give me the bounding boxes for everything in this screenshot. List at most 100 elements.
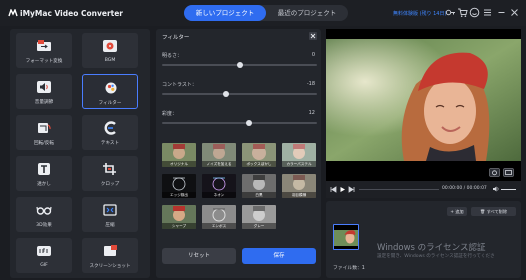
tool-label: テキスト <box>100 141 120 146</box>
compress-icon <box>103 204 117 216</box>
app-logo-icon <box>8 9 18 17</box>
filter-preset-label: ネオン <box>202 192 236 198</box>
tool-text[interactable]: テキスト <box>82 115 138 150</box>
tool-format-convert[interactable]: フォーマット変換 <box>16 33 72 68</box>
cart-icon[interactable] <box>457 7 468 18</box>
video-frame-image <box>326 29 521 181</box>
playback-time: 00:00:00 / 00:00:07 <box>442 186 487 191</box>
tool-label: 圧縮 <box>105 223 115 228</box>
filter-preset[interactable]: ネオン <box>202 174 236 198</box>
filter-preset[interactable]: カラーパステル <box>282 143 316 167</box>
tool-screenshot[interactable]: スクリーンショット <box>82 238 138 273</box>
brightness-value: 0 <box>311 52 315 58</box>
filter-preset[interactable]: グレー <box>242 205 276 229</box>
video-preview <box>326 29 521 181</box>
glasses-3d-icon <box>36 206 52 215</box>
tool-watermark[interactable]: 透かし <box>16 156 72 191</box>
tool-filter[interactable]: フィルター <box>82 74 138 109</box>
filter-preset-label: 羽目模様 <box>282 192 316 198</box>
tool-crop[interactable]: クロップ <box>82 156 138 191</box>
filter-preset-label: カラーパステル <box>282 161 316 167</box>
tool-compress[interactable]: 圧縮 <box>82 197 138 232</box>
file-thumbnail[interactable] <box>333 224 359 250</box>
text-icon <box>104 121 116 135</box>
tool-label: スクリーンショット <box>89 264 131 269</box>
volume-icon <box>37 81 51 93</box>
filter-preset[interactable]: ノイズを加える <box>202 143 236 167</box>
filter-preset[interactable]: 白黒 <box>242 174 276 198</box>
filter-preset[interactable]: オリジナル <box>162 143 196 167</box>
filter-preset-label: 白黒 <box>242 192 276 198</box>
contrast-value: -18 <box>306 81 315 87</box>
brightness-slider-thumb[interactable] <box>236 61 243 68</box>
close-panel-icon[interactable] <box>309 32 317 40</box>
crop-icon <box>103 163 116 175</box>
play-icon[interactable] <box>339 186 346 193</box>
rotate-icon <box>38 123 51 133</box>
tool-gif[interactable]: GIF <box>16 238 72 273</box>
skip-forward-icon[interactable] <box>348 186 355 193</box>
tool-label: フォーマット変換 <box>25 59 63 64</box>
tool-3d[interactable]: 3D効果 <box>16 197 72 232</box>
filter-preset[interactable]: シャープ <box>162 205 196 229</box>
volume-slider[interactable] <box>501 189 516 190</box>
filter-preset-label: シャープ <box>162 223 196 229</box>
bgm-icon <box>103 40 117 52</box>
filter-icon <box>105 82 117 94</box>
menu-icon[interactable] <box>482 7 493 18</box>
filter-preset-label: ノイズを加える <box>202 161 236 167</box>
delete-all-button[interactable]: 🗑 すべて削除 <box>471 207 516 216</box>
close-icon[interactable] <box>509 7 520 18</box>
filter-preset-label: オリジナル <box>162 161 196 167</box>
filter-preset-label: ボックスぼかし <box>242 161 276 167</box>
filter-preset[interactable]: エッジ検出 <box>162 174 196 198</box>
saturation-slider-thumb[interactable] <box>245 119 252 126</box>
filter-preset-label: グレー <box>242 223 276 229</box>
save-button[interactable]: 保存 <box>242 248 316 264</box>
saturation-slider[interactable] <box>162 119 317 126</box>
camera-icon[interactable] <box>489 168 500 177</box>
tool-panel: フォーマット変換 BGM 音量調節 フィルター 回転/反転 テキスト 透かし ク… <box>10 29 150 278</box>
reset-button[interactable]: リセット <box>162 248 236 264</box>
volume-icon[interactable] <box>492 185 500 193</box>
playback-progress[interactable] <box>359 189 439 190</box>
filter-preset[interactable]: エンボス <box>202 205 236 229</box>
contrast-slider[interactable] <box>162 90 317 97</box>
windows-activation-title: Windows のライセンス認証 <box>377 243 486 253</box>
skip-back-icon[interactable] <box>330 186 337 193</box>
windows-activation-subtitle: 設定を開き、Windows のライセンス認証を行ってくださ <box>377 254 495 259</box>
player-controls: 00:00:00 / 00:00:07 <box>326 181 521 198</box>
file-thumbnail-image <box>334 225 358 249</box>
title-bar: iMyMac Video Converter 新しいプロジェクト 最近のプロジェ… <box>0 0 526 26</box>
filter-preset-label: エッジ検出 <box>162 192 196 198</box>
tool-label: 透かし <box>37 182 51 187</box>
file-count: ファイル数：1 <box>333 266 365 271</box>
filter-preset[interactable]: ボックスぼかし <box>242 143 276 167</box>
tool-volume[interactable]: 音量調節 <box>16 74 72 109</box>
tool-label: BGM <box>104 58 116 63</box>
minimize-icon[interactable] <box>496 7 507 18</box>
smiley-icon[interactable] <box>469 7 480 18</box>
project-tabs: 新しいプロジェクト 最近のプロジェクト <box>184 5 348 21</box>
brightness-slider[interactable] <box>162 61 317 68</box>
contrast-slider-thumb[interactable] <box>222 90 229 97</box>
tab-new-project[interactable]: 新しいプロジェクト <box>184 5 266 21</box>
brightness-label: 明るさ： <box>162 53 183 59</box>
trial-status-link[interactable]: 無料体験版 (残り 14日) <box>393 10 446 17</box>
format-convert-icon <box>37 40 51 51</box>
tool-rotate[interactable]: 回転/反転 <box>16 115 72 150</box>
tool-label: 3D効果 <box>36 223 52 228</box>
filter-preset-label: エンボス <box>202 223 236 229</box>
contrast-label: コントラスト： <box>162 82 197 88</box>
tool-bgm[interactable]: BGM <box>82 33 138 68</box>
key-icon[interactable] <box>445 7 456 18</box>
screenshot-icon <box>104 245 117 256</box>
add-file-button[interactable]: + 追加 <box>447 207 467 216</box>
filter-preset[interactable]: 羽目模様 <box>282 174 316 198</box>
tool-label: GIF <box>40 263 48 268</box>
app-title: iMyMac Video Converter <box>20 9 124 18</box>
saturation-value: 12 <box>308 110 315 116</box>
tab-recent-projects[interactable]: 最近のプロジェクト <box>266 5 348 21</box>
filter-panel: フィルター 明るさ： 0 コントラスト： -18 彩度： 12 オリジナル ノイ… <box>156 29 321 278</box>
fullscreen-icon[interactable] <box>503 168 514 177</box>
